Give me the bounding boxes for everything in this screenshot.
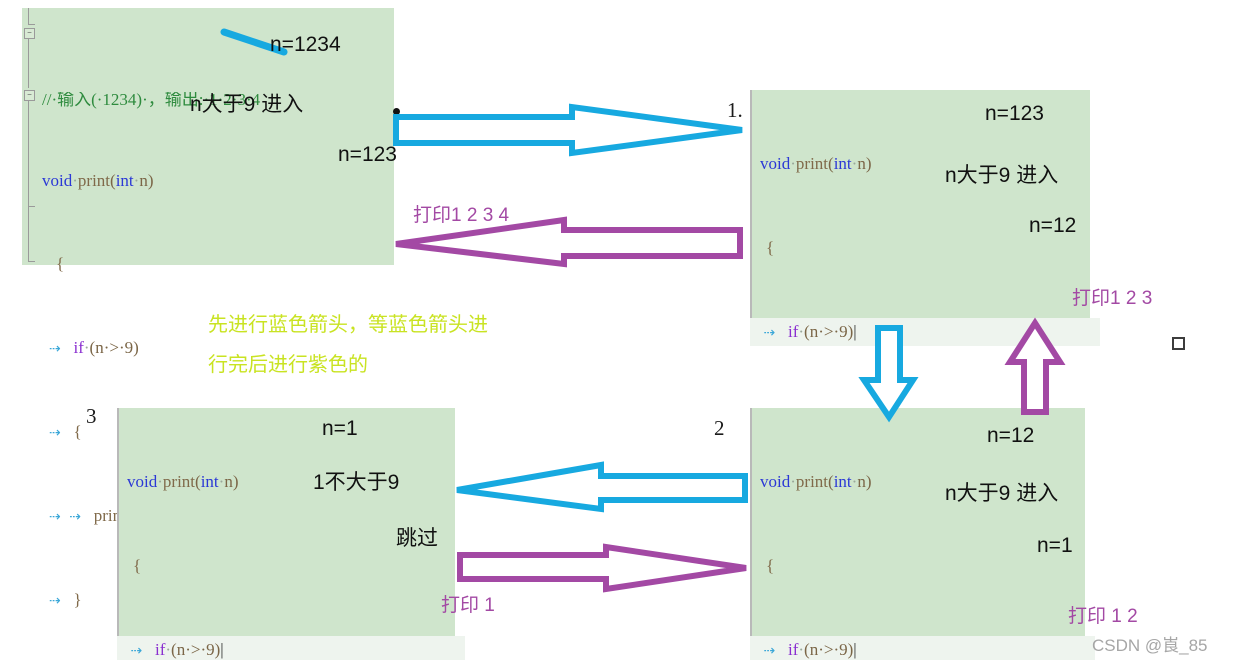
code-line-open-brace: {: [133, 556, 142, 575]
fold-box-function[interactable]: −: [24, 28, 35, 39]
annotation-b1-recursion-value: n=123: [338, 143, 397, 166]
arrow-purple-4to2[interactable]: [1004, 317, 1066, 416]
annotation-b4-if-note: n大于9 进入: [945, 482, 1059, 505]
arrow-blue-2to4[interactable]: [858, 325, 919, 423]
selection-square-marker: [1172, 337, 1185, 350]
code-edge-bar-4: [750, 408, 752, 643]
screenshot-canvas: − − //·输入(·1234)·，输出:·1·2·3·4 void·print…: [0, 0, 1242, 660]
step-number-2: 2: [714, 416, 725, 440]
order-note-line-2: 行完后进行紫色的: [208, 354, 368, 376]
code-line-if: ⇢ if·(n·>·9)|: [750, 636, 1095, 660]
arrow-blue-1to2[interactable]: [393, 103, 746, 165]
code-edge-bar-2: [750, 90, 752, 325]
annotation-b3-skip-note: 跳过: [396, 527, 438, 550]
annotation-b2-recursion-value: n=12: [1029, 214, 1077, 237]
annotation-b3-n-value: n=1: [322, 417, 358, 440]
annotation-b2-if-note: n大于9 进入: [945, 164, 1059, 187]
annotation-order-note: 先进行蓝色箭头，等蓝色箭头进 行完后进行紫色的: [208, 305, 488, 385]
annotation-b3-if-note: 1不大于9: [313, 471, 400, 494]
step-number-3: 3: [86, 404, 97, 428]
annotation-b4-recursion-value: n=1: [1037, 534, 1073, 557]
arrow-blue-4to3[interactable]: [453, 461, 749, 516]
fold-box-if[interactable]: −: [24, 90, 35, 101]
annotation-b2-n-value: n=123: [985, 102, 1044, 125]
code-line-if: ⇢ if·(n·>·9)|: [117, 636, 465, 660]
annotation-b1-n-value: n=1234: [270, 33, 341, 56]
code-edge-bar-3: [117, 408, 119, 643]
order-note-line-1: 先进行蓝色箭头，等蓝色箭头进: [208, 314, 488, 336]
annotation-b3-print-label: 打印 1: [441, 595, 495, 616]
code-line-open-brace: {: [56, 254, 65, 273]
code-line-signature: void·print(int·n): [127, 472, 239, 491]
csdn-watermark: CSDN @崀_85: [1092, 636, 1208, 655]
code-line-open-brace: {: [766, 238, 775, 257]
code-line-signature: void·print(int·n): [42, 171, 154, 190]
annotation-b2-print-label: 打印1 2 3: [1072, 288, 1153, 309]
annotation-b4-print-label: 打印 1 2: [1068, 606, 1138, 627]
annotation-b4-n-value: n=12: [987, 424, 1035, 447]
annotation-b1-print-label: 打印1 2 3 4: [413, 205, 510, 226]
arrow-purple-3to4[interactable]: [457, 543, 750, 593]
step-number-1: 1.: [727, 98, 743, 122]
code-block-4[interactable]: void·print(int·n) { ⇢ if·(n·>·9)| ⇢ { ⇢ …: [750, 408, 1095, 660]
outline-gutter-1: − −: [22, 8, 36, 265]
annotation-b1-if-note: n大于9 进入: [190, 93, 304, 116]
